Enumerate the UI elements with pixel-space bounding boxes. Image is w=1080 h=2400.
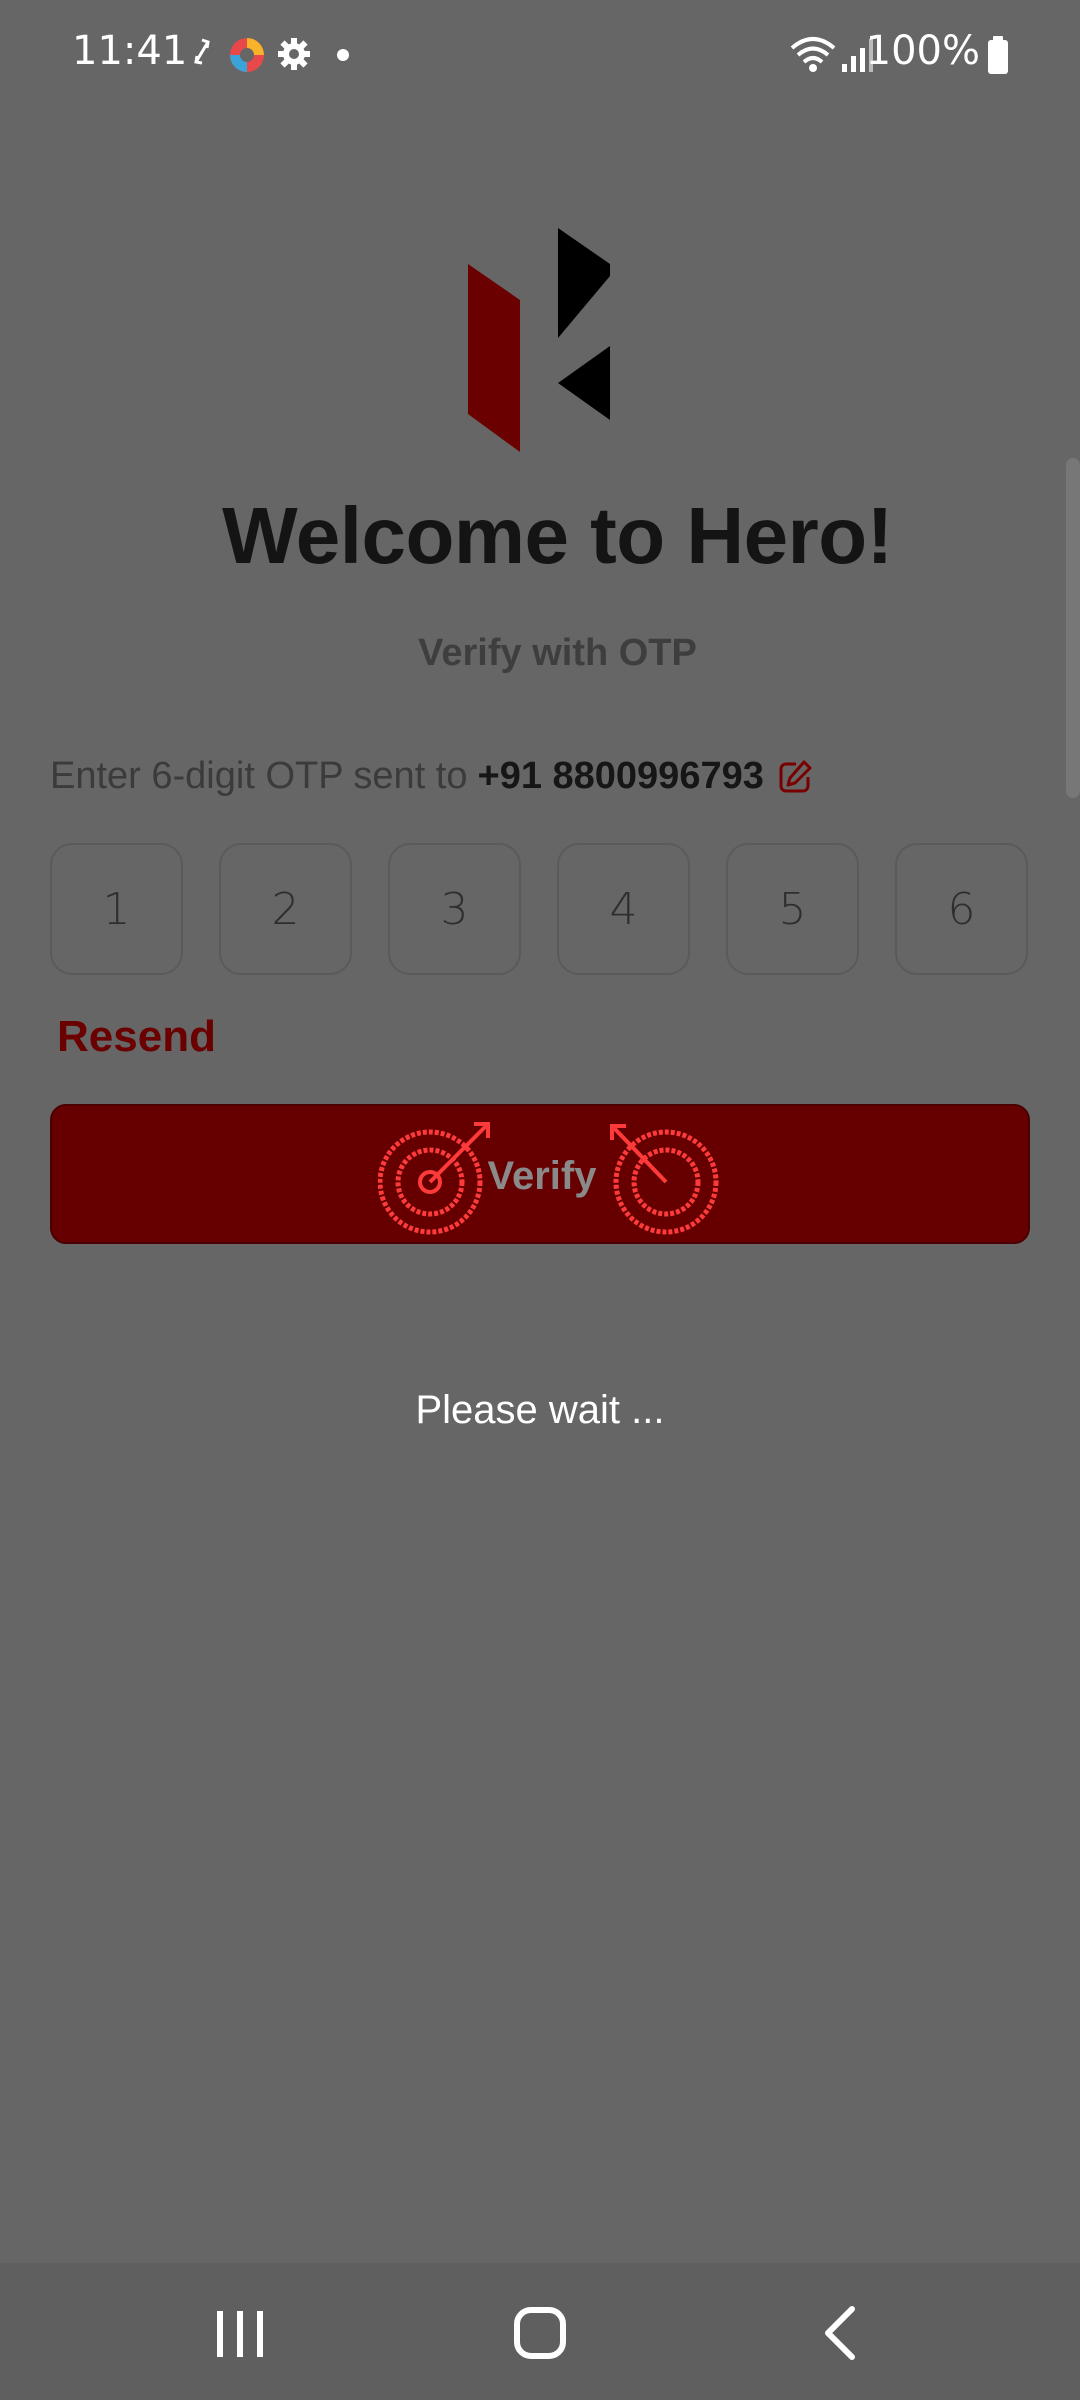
edit-phone-icon[interactable] (776, 758, 814, 796)
target-marker-icon (610, 1124, 719, 1235)
otp-digit-1[interactable]: 1 (50, 843, 183, 975)
battery-icon (988, 36, 1008, 74)
system-nav-bar (0, 2263, 1080, 2400)
target-marker-icon (378, 1122, 490, 1235)
welcome-title: Welcome to Hero! (222, 491, 893, 580)
wifi-icon (790, 37, 836, 72)
verify-button-label: Verify (487, 1154, 597, 1198)
status-time: 11:41 (72, 28, 188, 74)
scrollbar-thumb[interactable] (1066, 458, 1080, 798)
battery-percent: 100% (865, 28, 980, 74)
app-color-icon (230, 38, 264, 72)
otp-digit-3[interactable]: 3 (388, 843, 521, 975)
notification-dot-icon (337, 49, 349, 61)
otp-digit-6[interactable]: 6 (895, 843, 1028, 975)
verify-subtitle: Verify with OTP (418, 632, 697, 674)
verify-button[interactable]: Verify (50, 1104, 1030, 1244)
otp-digit-5[interactable]: 5 (726, 843, 859, 975)
otp-prompt: Enter 6-digit OTP sent to +91 8800996793 (50, 755, 814, 798)
resend-link[interactable]: Resend (57, 1012, 216, 1062)
settings-gear-icon (278, 38, 310, 70)
otp-prompt-text: Enter 6-digit OTP sent to (50, 755, 468, 797)
otp-input-row: 1 2 3 4 5 6 (50, 843, 1030, 975)
auto-rotate-icon (194, 38, 210, 65)
home-icon[interactable] (500, 2303, 580, 2363)
status-bar: 11:41 100% (0, 0, 1080, 110)
back-icon[interactable] (800, 2303, 880, 2363)
loading-message: Please wait ... (415, 1388, 665, 1432)
otp-digit-4[interactable]: 4 (557, 843, 690, 975)
recent-apps-icon[interactable] (200, 2303, 280, 2363)
otp-digit-2[interactable]: 2 (219, 843, 352, 975)
hero-logo (468, 228, 610, 452)
phone-number: +91 8800996793 (477, 755, 764, 797)
